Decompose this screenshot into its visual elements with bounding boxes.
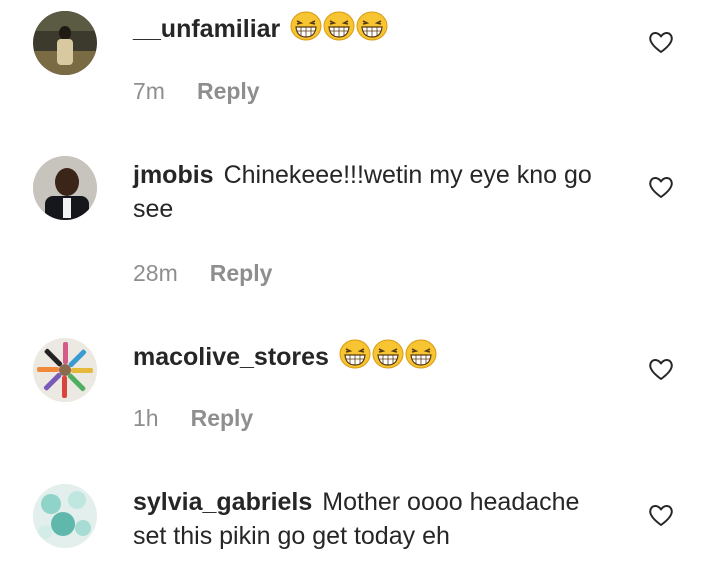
- laughing-emoji-icon: [372, 339, 404, 369]
- heart-icon[interactable]: [648, 357, 674, 381]
- comment-username[interactable]: sylvia_gabriels: [133, 488, 312, 516]
- heart-icon[interactable]: [648, 175, 674, 199]
- avatar[interactable]: [33, 338, 97, 402]
- emoji-group: [290, 15, 389, 43]
- comment-body: jmobis Chinekeee!!!wetin my eye kno go se…: [133, 158, 613, 226]
- laughing-emoji-icon: [290, 11, 322, 41]
- comment-meta: 28m Reply: [133, 260, 272, 287]
- emoji-group: [339, 343, 438, 371]
- reply-button[interactable]: Reply: [191, 405, 254, 432]
- comment-time: 1h: [133, 405, 159, 431]
- comment-time: 7m: [133, 78, 165, 104]
- laughing-emoji-icon: [339, 339, 371, 369]
- heart-icon[interactable]: [648, 503, 674, 527]
- avatar[interactable]: [33, 156, 97, 220]
- reply-button[interactable]: Reply: [197, 78, 260, 105]
- laughing-emoji-icon: [323, 11, 355, 41]
- comment-body: sylvia_gabriels Mother oooo headache set …: [133, 485, 613, 553]
- avatar[interactable]: [33, 484, 97, 548]
- comment-time: 28m: [133, 260, 178, 286]
- laughing-emoji-icon: [405, 339, 437, 369]
- comment-body: macolive_stores: [133, 339, 613, 374]
- comment-username[interactable]: __unfamiliar: [133, 15, 280, 43]
- comment-body: __unfamiliar: [133, 11, 613, 46]
- avatar[interactable]: [33, 11, 97, 75]
- comment-username[interactable]: jmobis: [133, 161, 214, 189]
- comment-meta: 1h Reply: [133, 405, 253, 432]
- comment-meta: 7m Reply: [133, 78, 260, 105]
- laughing-emoji-icon: [356, 11, 388, 41]
- heart-icon[interactable]: [648, 30, 674, 54]
- comment-username[interactable]: macolive_stores: [133, 343, 329, 371]
- reply-button[interactable]: Reply: [210, 260, 273, 287]
